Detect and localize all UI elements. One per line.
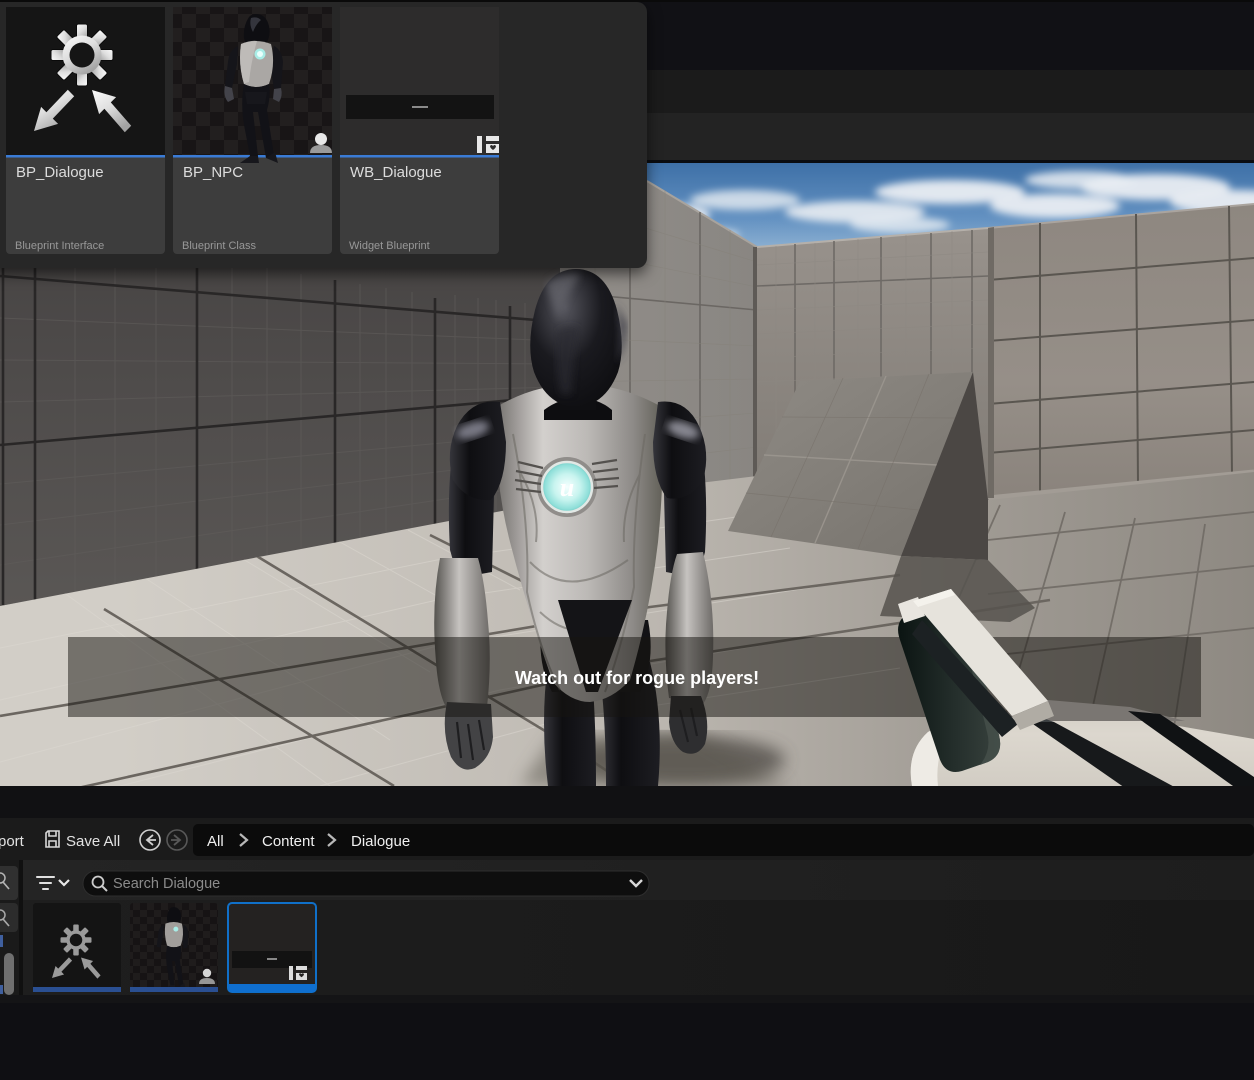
svg-text:All: All xyxy=(207,833,224,850)
svg-text:Save All: Save All xyxy=(66,833,120,850)
svg-text:Blueprint Interface: Blueprint Interface xyxy=(15,240,104,252)
svg-text:BP_NPC: BP_NPC xyxy=(183,164,243,181)
svg-text:u: u xyxy=(560,473,574,502)
svg-text:Widget Blueprint: Widget Blueprint xyxy=(349,240,430,252)
svg-text:Content: Content xyxy=(262,833,315,850)
svg-text:WB_Dialogue: WB_Dialogue xyxy=(350,164,442,181)
svg-text:Blueprint Class: Blueprint Class xyxy=(182,240,256,252)
svg-text:Watch out for rogue players!: Watch out for rogue players! xyxy=(515,668,759,688)
svg-text:Search Dialogue: Search Dialogue xyxy=(113,876,220,892)
svg-text:Dialogue: Dialogue xyxy=(351,833,410,850)
svg-text:BP_Dialogue: BP_Dialogue xyxy=(16,164,104,181)
svg-text:port: port xyxy=(0,833,25,850)
